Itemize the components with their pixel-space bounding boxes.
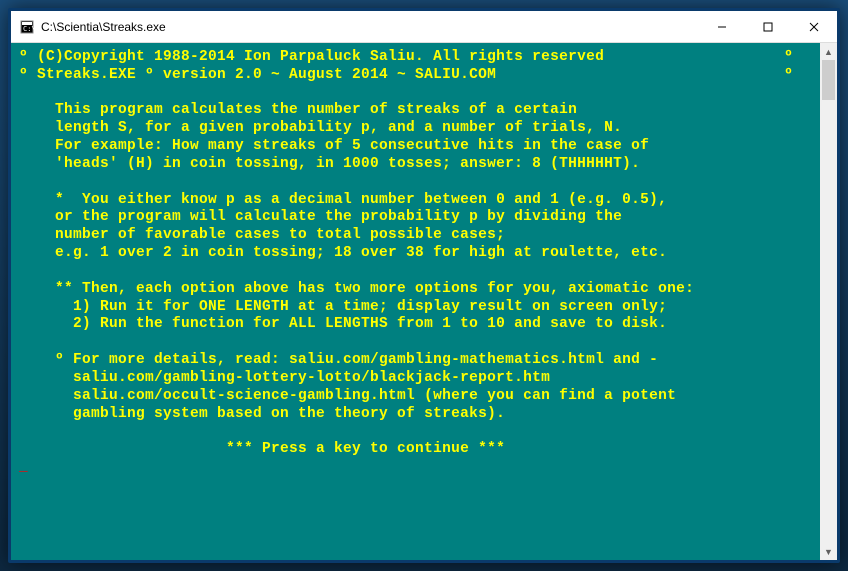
- titlebar[interactable]: C:\ C:\Scientia\Streaks.exe: [11, 11, 837, 43]
- window-controls: [699, 11, 837, 42]
- svg-text:C:\: C:\: [23, 25, 34, 33]
- close-button[interactable]: [791, 11, 837, 42]
- maximize-button[interactable]: [745, 11, 791, 42]
- scroll-track[interactable]: [820, 60, 837, 543]
- scroll-thumb[interactable]: [822, 60, 835, 100]
- window-title: C:\Scientia\Streaks.exe: [41, 20, 699, 34]
- window-frame: C:\ C:\Scientia\Streaks.exe º (C)Copyrig…: [8, 8, 840, 563]
- console-text: º (C)Copyright 1988-2014 Ion Parpaluck S…: [19, 49, 793, 475]
- app-icon: C:\: [19, 19, 35, 35]
- minimize-button[interactable]: [699, 11, 745, 42]
- scroll-down-arrow[interactable]: ▼: [820, 543, 837, 560]
- scroll-up-arrow[interactable]: ▲: [820, 43, 837, 60]
- console-content: º (C)Copyright 1988-2014 Ion Parpaluck S…: [11, 43, 820, 560]
- vertical-scrollbar[interactable]: ▲ ▼: [820, 43, 837, 560]
- console-area: º (C)Copyright 1988-2014 Ion Parpaluck S…: [11, 43, 837, 560]
